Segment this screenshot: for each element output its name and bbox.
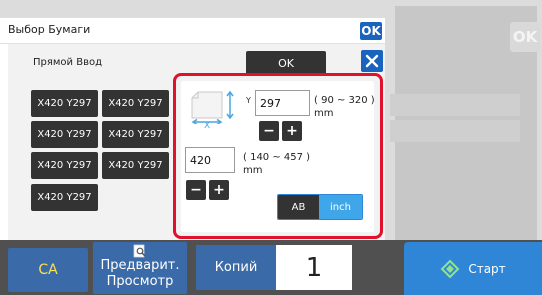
clear-all-button[interactable]: CA xyxy=(8,248,88,292)
y-axis-label: Y xyxy=(246,96,251,105)
background-row xyxy=(390,94,520,116)
x-axis-label: X xyxy=(204,121,211,131)
preset-size-button[interactable]: X420 Y297 xyxy=(102,90,169,117)
ok-button[interactable]: OK xyxy=(246,51,326,75)
preset-size-button[interactable]: X420 Y297 xyxy=(31,90,98,117)
copies-count-field[interactable]: 1 xyxy=(276,245,352,290)
preset-size-button[interactable]: X420 Y297 xyxy=(102,152,169,179)
x-size-input[interactable]: 420 xyxy=(185,147,235,173)
preview-button[interactable]: Предварит. Просмотр xyxy=(93,242,187,294)
y-range-text: ( 90 ~ 320 ) xyxy=(314,95,375,106)
dialog-header: Выбор Бумаги xyxy=(0,18,385,44)
x-decrease-button[interactable]: − xyxy=(186,180,206,200)
unit-ab-option[interactable]: AB xyxy=(278,195,319,219)
copies-label: Копий xyxy=(196,245,276,290)
close-icon xyxy=(365,54,379,68)
y-increase-button[interactable]: + xyxy=(282,121,302,141)
paper-size-icon xyxy=(190,90,236,126)
preset-size-button[interactable]: X420 Y297 xyxy=(31,152,98,179)
header-ok-button[interactable]: OK xyxy=(360,22,382,40)
unit-inch-option[interactable]: inch xyxy=(319,195,362,219)
preview-label-line1: Предварит. xyxy=(100,258,180,273)
preset-size-button[interactable]: X420 Y297 xyxy=(31,121,98,148)
x-range-text: ( 140 ~ 457 ) xyxy=(243,152,311,163)
unit-toggle: AB inch xyxy=(277,194,363,220)
background-row xyxy=(390,120,520,142)
start-button[interactable]: Старт xyxy=(404,242,542,295)
start-label: Старт xyxy=(468,261,506,276)
start-icon xyxy=(440,259,460,278)
close-button[interactable] xyxy=(361,50,383,72)
y-decrease-button[interactable]: − xyxy=(259,121,279,141)
x-increase-button[interactable]: + xyxy=(209,180,229,200)
preview-icon xyxy=(133,244,146,258)
x-unit-text: mm xyxy=(243,165,263,176)
preview-label-line2: Просмотр xyxy=(106,274,174,289)
preset-size-button[interactable]: X420 Y297 xyxy=(31,184,98,211)
preset-size-button[interactable]: X420 Y297 xyxy=(102,121,169,148)
y-unit-text: mm xyxy=(314,108,334,119)
dialog-title: Выбор Бумаги xyxy=(8,23,91,36)
y-size-input[interactable]: 297 xyxy=(255,90,310,116)
background-ok-badge: OK xyxy=(510,22,540,52)
mode-label: Прямой Ввод xyxy=(33,57,103,68)
